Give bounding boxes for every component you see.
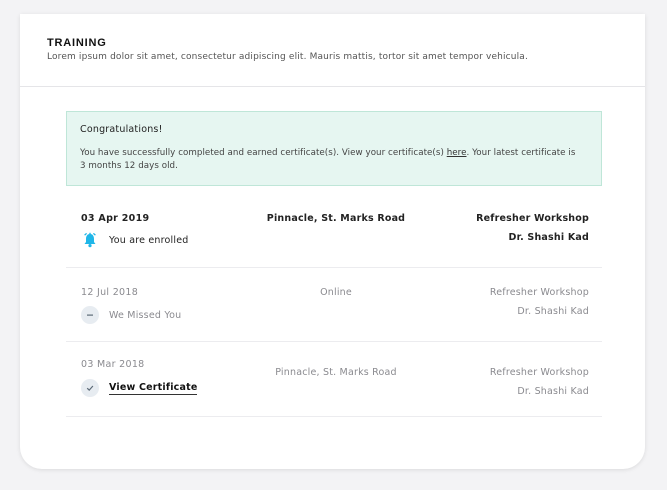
session-date: 03 Apr 2019 — [81, 213, 150, 224]
session-trainer: Dr. Shashi Kad — [508, 232, 589, 243]
session-status: You are enrolled — [81, 231, 189, 249]
training-card: TRAINING Lorem ipsum dolor sit amet, con… — [20, 14, 645, 469]
card-header: TRAINING Lorem ipsum dolor sit amet, con… — [20, 14, 645, 87]
check-icon — [81, 379, 99, 397]
session-location: Pinnacle, St. Marks Road — [266, 213, 406, 224]
success-alert: Congratulations! You have successfully c… — [66, 111, 602, 186]
view-certificate-link[interactable]: View Certificate — [109, 382, 198, 395]
session-location: Pinnacle, St. Marks Road — [275, 367, 397, 378]
alert-message-text: You have successfully completed and earn… — [80, 148, 447, 158]
session-workshop: Refresher Workshop — [476, 213, 589, 224]
session-date: 03 Mar 2018 — [81, 359, 145, 370]
alert-message: You have successfully completed and earn… — [80, 147, 580, 173]
session-workshop: Refresher Workshop — [489, 367, 589, 378]
certificate-link[interactable]: here — [447, 148, 467, 158]
session-row: 12 Jul 2018 We Missed You Online Refresh… — [66, 268, 602, 342]
page-subtitle: Lorem ipsum dolor sit amet, consectetur … — [47, 52, 528, 62]
alert-title: Congratulations! — [80, 124, 163, 135]
session-date: 12 Jul 2018 — [81, 287, 139, 298]
minus-icon — [81, 306, 99, 324]
session-trainer: Dr. Shashi Kad — [517, 306, 589, 317]
session-status: View Certificate — [81, 379, 198, 397]
session-status: We Missed You — [81, 306, 181, 324]
status-label: We Missed You — [109, 309, 182, 321]
status-label: You are enrolled — [109, 234, 189, 246]
session-row: 03 Apr 2019 You are enrolled Pinnacle, S… — [66, 199, 602, 268]
session-row: 03 Mar 2018 View Certificate Pinnacle, S… — [66, 342, 602, 417]
session-trainer: Dr. Shashi Kad — [517, 386, 589, 397]
page-title: TRAINING — [47, 37, 107, 49]
session-location: Online — [320, 287, 352, 298]
bell-icon — [81, 231, 99, 249]
session-workshop: Refresher Workshop — [489, 287, 589, 298]
